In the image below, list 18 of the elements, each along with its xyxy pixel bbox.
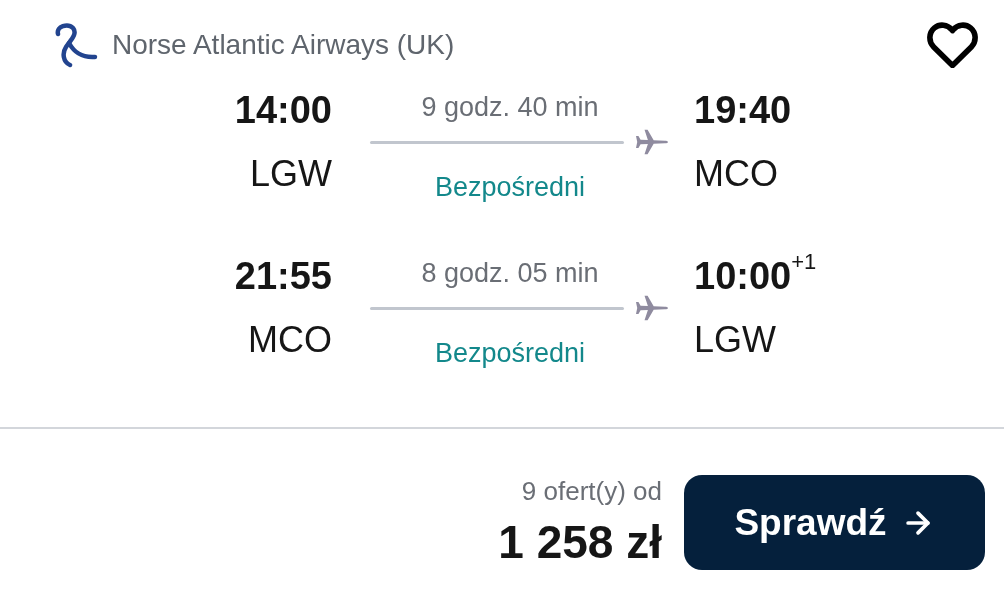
- offers-count: 9 ofert(y) od: [521, 475, 662, 507]
- stops-label: Bezpośredni: [434, 171, 586, 204]
- arrival-airport: MCO: [694, 152, 778, 196]
- departure-time: 14:00: [234, 88, 332, 132]
- stops-label: Bezpośredni: [434, 337, 586, 370]
- day-offset-label: +1: [791, 250, 817, 274]
- duration-label: 9 godz. 40 min: [421, 91, 599, 124]
- airline-name: Norse Atlantic Airways (UK): [112, 27, 455, 62]
- duration-label: 8 godz. 05 min: [421, 257, 599, 290]
- arrival-airport: LGW: [694, 318, 776, 362]
- departure-time: 21:55: [234, 254, 332, 298]
- price: 1 258 zł: [498, 516, 662, 568]
- departure-airport: MCO: [248, 318, 332, 362]
- departure-airport: LGW: [250, 152, 332, 196]
- arrival-time: 10:00: [694, 254, 792, 298]
- check-button[interactable]: Sprawdź: [684, 475, 985, 570]
- heart-icon[interactable]: [927, 21, 978, 68]
- arrival-time: 19:40: [694, 88, 792, 132]
